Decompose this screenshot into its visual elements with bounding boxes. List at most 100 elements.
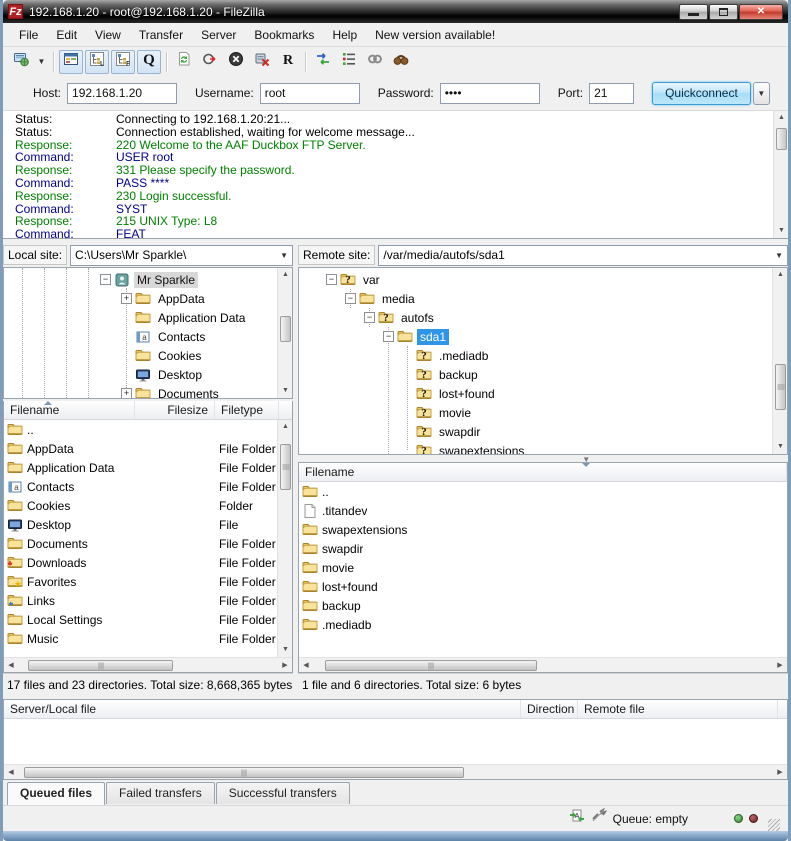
collapse-expander-icon[interactable]: − bbox=[364, 312, 375, 323]
column-header-filename[interactable]: Filename bbox=[4, 401, 135, 419]
remote-file-row-titandev[interactable]: .titandev bbox=[299, 501, 787, 520]
local-file-row-application-data[interactable]: Application DataFile Folder bbox=[4, 458, 277, 477]
toggle-message-log-button[interactable] bbox=[59, 50, 83, 74]
tree-item-mediadb[interactable]: ?.mediadb bbox=[299, 346, 772, 365]
toggle-queue-button[interactable]: Q bbox=[137, 50, 161, 74]
collapse-expander-icon[interactable]: − bbox=[100, 274, 111, 285]
disconnect-button[interactable] bbox=[250, 50, 274, 74]
local-file-row-contacts[interactable]: aContactsFile Folder bbox=[4, 477, 277, 496]
queue-hscrollbar[interactable]: ◀ ▶ bbox=[4, 764, 787, 779]
local-file-row-local-settings[interactable]: Local SettingsFile Folder bbox=[4, 610, 277, 629]
close-button[interactable]: ✕ bbox=[739, 4, 783, 20]
scroll-down-icon[interactable]: ▼ bbox=[278, 643, 292, 657]
local-tree-scrollbar[interactable]: ▲ ▼ bbox=[277, 268, 292, 398]
column-header-filetype[interactable]: Filetype bbox=[215, 401, 279, 419]
menu-item-file[interactable]: File bbox=[11, 25, 46, 45]
remote-file-row-[interactable]: .. bbox=[299, 482, 787, 501]
scroll-down-icon[interactable]: ▼ bbox=[773, 440, 788, 454]
tab-successful-transfers[interactable]: Successful transfers bbox=[216, 782, 350, 804]
log-scrollbar[interactable]: ▲ ▼ bbox=[773, 111, 788, 238]
local-file-row-downloads[interactable]: DownloadsFile Folder bbox=[4, 553, 277, 572]
local-file-row-cookies[interactable]: CookiesFolder bbox=[4, 496, 277, 515]
password-input[interactable] bbox=[440, 83, 540, 104]
scroll-right-icon[interactable]: ▶ bbox=[773, 658, 787, 673]
compare-directories-button[interactable] bbox=[311, 50, 335, 74]
collapse-expander-icon[interactable]: − bbox=[383, 331, 394, 342]
encryption-indicator-icon[interactable] bbox=[591, 808, 607, 829]
local-file-row-appdata[interactable]: AppDataFile Folder bbox=[4, 439, 277, 458]
refresh-button[interactable] bbox=[172, 50, 196, 74]
quickconnect-dropdown[interactable]: ▼ bbox=[753, 82, 770, 105]
resize-grip[interactable] bbox=[768, 819, 780, 831]
process-queue-button[interactable] bbox=[198, 50, 222, 74]
scroll-left-icon[interactable]: ◀ bbox=[299, 658, 313, 673]
scroll-down-icon[interactable]: ▼ bbox=[278, 384, 293, 398]
column-header-direction[interactable]: Direction bbox=[521, 700, 578, 718]
menu-item-transfer[interactable]: Transfer bbox=[131, 25, 191, 45]
maximize-button[interactable] bbox=[709, 4, 738, 20]
tree-item-media[interactable]: −media bbox=[299, 289, 772, 308]
scroll-right-icon[interactable]: ▶ bbox=[278, 658, 292, 673]
scroll-up-icon[interactable]: ▲ bbox=[774, 111, 789, 125]
expand-expander-icon[interactable]: + bbox=[121, 293, 132, 304]
menu-item-view[interactable]: View bbox=[87, 25, 129, 45]
scroll-down-icon[interactable]: ▼ bbox=[774, 224, 789, 238]
local-file-row-links[interactable]: LinksFile Folder bbox=[4, 591, 277, 610]
menu-item-edit[interactable]: Edit bbox=[48, 25, 85, 45]
username-input[interactable] bbox=[260, 83, 360, 104]
scroll-up-icon[interactable]: ▲ bbox=[278, 420, 292, 434]
local-site-combo[interactable]: C:\Users\Mr Sparkle\ ▼ bbox=[70, 245, 293, 266]
tree-item-swapdir[interactable]: ?swapdir bbox=[299, 422, 772, 441]
minimize-button[interactable] bbox=[679, 4, 708, 20]
remote-list-hscrollbar[interactable]: ◀ ▶ bbox=[299, 657, 787, 672]
reconnect-button[interactable]: R bbox=[276, 50, 300, 74]
scroll-right-icon[interactable]: ▶ bbox=[773, 765, 787, 780]
remote-file-row-backup[interactable]: backup bbox=[299, 596, 787, 615]
local-list-scrollbar[interactable]: ▲ ▼ bbox=[277, 420, 292, 657]
collapse-expander-icon[interactable]: − bbox=[345, 293, 356, 304]
cancel-button[interactable] bbox=[224, 50, 248, 74]
menu-item-help[interactable]: Help bbox=[324, 25, 365, 45]
site-manager-dropdown[interactable]: ▼ bbox=[35, 50, 48, 74]
scroll-up-icon[interactable]: ▲ bbox=[278, 268, 293, 282]
remote-sash[interactable]: ▼ bbox=[298, 455, 788, 462]
menu-item-new-version-available[interactable]: New version available! bbox=[367, 25, 503, 45]
tree-item-lost-found[interactable]: ?lost+found bbox=[299, 384, 772, 403]
local-list-hscrollbar[interactable]: ◀ ▶ bbox=[4, 657, 292, 672]
tree-item-movie[interactable]: ?movie bbox=[299, 403, 772, 422]
scroll-left-icon[interactable]: ◀ bbox=[4, 765, 18, 780]
find-files-button[interactable] bbox=[389, 50, 413, 74]
transfer-type-indicator-icon[interactable]: A bbox=[569, 808, 585, 829]
column-header-filename[interactable]: Filename bbox=[299, 463, 787, 481]
tab-queued-files[interactable]: Queued files bbox=[7, 782, 105, 806]
remote-file-row-swapdir[interactable]: swapdir bbox=[299, 539, 787, 558]
column-header-remote-file[interactable]: Remote file bbox=[578, 700, 778, 718]
local-file-row-music[interactable]: MusicFile Folder bbox=[4, 629, 277, 648]
local-file-row-[interactable]: .. bbox=[4, 420, 277, 439]
toggle-remote-tree-button[interactable]: F bbox=[111, 50, 135, 74]
tab-failed-transfers[interactable]: Failed transfers bbox=[106, 782, 215, 804]
toggle-local-tree-button[interactable]: L bbox=[85, 50, 109, 74]
port-input[interactable] bbox=[589, 83, 634, 104]
remote-file-row-swapextensions[interactable]: swapextensions bbox=[299, 520, 787, 539]
remote-file-row-lost-found[interactable]: lost+found bbox=[299, 577, 787, 596]
local-file-row-desktop[interactable]: DesktopFile bbox=[4, 515, 277, 534]
remote-file-row-movie[interactable]: movie bbox=[299, 558, 787, 577]
tree-item-backup[interactable]: ?backup bbox=[299, 365, 772, 384]
synchronized-browsing-button[interactable] bbox=[363, 50, 387, 74]
tree-item-swapextensions[interactable]: ?swapextensions bbox=[299, 441, 772, 454]
quickconnect-button[interactable]: Quickconnect bbox=[652, 82, 751, 105]
remote-tree-scrollbar[interactable]: ▲ ▼ bbox=[772, 268, 787, 454]
local-file-row-favorites[interactable]: ★FavoritesFile Folder bbox=[4, 572, 277, 591]
directory-filters-button[interactable] bbox=[337, 50, 361, 74]
collapse-expander-icon[interactable]: − bbox=[326, 274, 337, 285]
scroll-left-icon[interactable]: ◀ bbox=[4, 658, 18, 673]
site-manager-button[interactable] bbox=[9, 50, 33, 74]
expand-expander-icon[interactable]: + bbox=[121, 388, 132, 398]
column-header-server-local-file[interactable]: Server/Local file bbox=[4, 700, 521, 718]
title-bar[interactable]: Fz 192.168.1.20 - root@192.168.1.20 - Fi… bbox=[3, 0, 788, 23]
remote-site-combo[interactable]: /var/media/autofs/sda1 ▼ bbox=[378, 245, 788, 266]
host-input[interactable] bbox=[67, 83, 177, 104]
menu-item-bookmarks[interactable]: Bookmarks bbox=[246, 25, 322, 45]
tree-item-sda1[interactable]: −sda1 bbox=[299, 327, 772, 346]
